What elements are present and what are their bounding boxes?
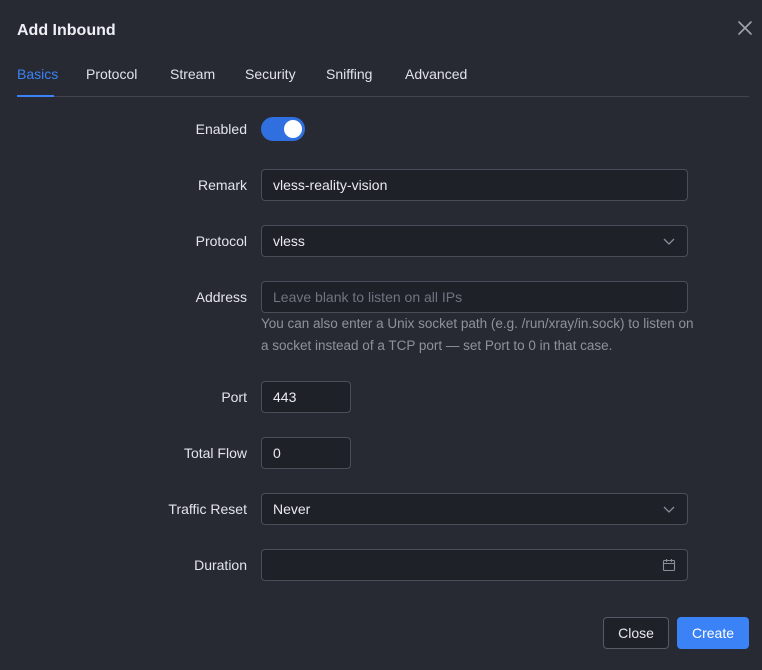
- tab-protocol[interactable]: Protocol: [86, 66, 137, 82]
- duration-label: Duration: [194, 557, 247, 573]
- tab-stream[interactable]: Stream: [170, 66, 215, 82]
- tab-sniffing[interactable]: Sniffing: [326, 66, 372, 82]
- remark-value: vless-reality-vision: [273, 177, 388, 193]
- tab-advanced[interactable]: Advanced: [405, 66, 467, 82]
- traffic-reset-select[interactable]: Never: [261, 493, 688, 525]
- enabled-label: Enabled: [195, 121, 247, 137]
- traffic-reset-value: Never: [273, 501, 311, 517]
- remark-input[interactable]: vless-reality-vision: [261, 169, 688, 201]
- port-label: Port: [221, 389, 247, 405]
- create-button[interactable]: Create: [677, 617, 749, 649]
- tab-divider: [17, 96, 749, 97]
- duration-date-picker[interactable]: [261, 549, 688, 581]
- protocol-select[interactable]: vless: [261, 225, 688, 257]
- close-icon[interactable]: [735, 18, 755, 38]
- address-label: Address: [195, 289, 247, 305]
- port-value: 443: [273, 389, 297, 405]
- total-flow-value: 0: [273, 445, 281, 461]
- total-flow-input[interactable]: 0: [261, 437, 351, 469]
- traffic-reset-label: Traffic Reset: [168, 501, 247, 517]
- chevron-down-icon: [663, 506, 675, 513]
- address-input[interactable]: Leave blank to listen on all IPs: [261, 281, 688, 313]
- total-flow-label: Total Flow: [183, 445, 247, 461]
- protocol-label: Protocol: [195, 233, 247, 249]
- port-input[interactable]: 443: [261, 381, 351, 413]
- protocol-value: vless: [273, 233, 305, 249]
- active-tab-indicator: [17, 95, 54, 97]
- enabled-toggle[interactable]: [261, 117, 305, 141]
- close-button[interactable]: Close: [603, 617, 669, 649]
- address-placeholder: Leave blank to listen on all IPs: [273, 289, 463, 305]
- toggle-knob: [284, 120, 302, 138]
- tab-security[interactable]: Security: [245, 66, 296, 82]
- tab-bar: Basics Protocol Stream Security Sniffing…: [17, 66, 749, 97]
- add-inbound-dialog: Add Inbound Basics Protocol Stream Secur…: [0, 0, 762, 670]
- tab-basics[interactable]: Basics: [17, 66, 58, 82]
- calendar-icon[interactable]: [662, 558, 676, 572]
- chevron-down-icon: [663, 238, 675, 245]
- address-help-text: You can also enter a Unix socket path (e…: [261, 316, 694, 353]
- dialog-title: Add Inbound: [17, 22, 116, 39]
- remark-label: Remark: [197, 177, 247, 193]
